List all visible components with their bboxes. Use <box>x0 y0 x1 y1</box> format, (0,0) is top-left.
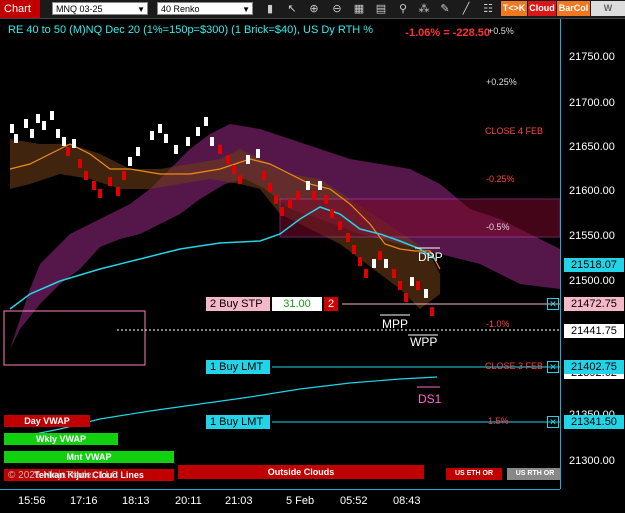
time-tick: 5 Feb <box>286 495 315 507</box>
last-price-tag: 21441.75 <box>564 324 624 338</box>
buy-stop-quantity[interactable]: 2 <box>324 297 338 311</box>
us-rth-or-status: US RTH OR <box>507 468 563 480</box>
dpp-label: DPP <box>418 250 443 264</box>
price-tick: 21750.00 <box>569 51 615 63</box>
pct-label-15: 1.5% <box>488 416 509 426</box>
cloud-toggle-button[interactable]: Cloud <box>528 1 556 16</box>
instrument-selector[interactable]: MNQ 03-25 ▼ <box>52 2 148 15</box>
us-eth-or-status: US ETH OR <box>446 468 502 480</box>
copyright-text: © 2025 NinjaTrader, LLC <box>8 470 119 481</box>
time-tick: 18:13 <box>122 495 150 507</box>
bar-type-value: 40 Renko <box>161 4 200 14</box>
instrument-value: MNQ 03-25 <box>56 4 103 14</box>
pct-label-025: +0.25% <box>486 77 517 87</box>
mpp-label: MPP <box>382 317 409 331</box>
price-tick: 21600.00 <box>569 185 615 197</box>
chart-panel[interactable]: RE 40 to 50 (M)NQ Dec 20 (1%=150p=$300) … <box>0 19 563 489</box>
close-3feb-label: CLOSE 3 FEB <box>485 361 544 371</box>
buy-limit-order-label-2[interactable]: 1 Buy LMT <box>206 415 270 429</box>
day-vwap-status: Day VWAP <box>4 415 90 427</box>
pct-label-m1: -1.0% <box>486 319 510 329</box>
tenkan-kijun-toggle-button[interactable]: T<>K <box>501 1 527 16</box>
wkly-vwap-status: Wkly VWAP <box>4 433 118 445</box>
chevron-down-icon: ▼ <box>137 5 145 14</box>
time-tick: 15:56 <box>18 495 46 507</box>
indicator-icon[interactable]: ⁂ <box>417 2 431 16</box>
time-tick: 05:52 <box>340 495 368 507</box>
mnt-vwap-status: Mnt VWAP <box>4 451 174 463</box>
cancel-limit-order-2-close-icon[interactable]: ✕ <box>547 416 559 428</box>
barcol-toggle-button[interactable]: BarCol <box>557 1 590 16</box>
pct-label-m025: -0.25% <box>486 174 515 184</box>
price-axis[interactable]: 21750.00 21700.00 21650.00 21600.00 2155… <box>560 19 625 489</box>
wpp-label: WPP <box>410 335 438 349</box>
pnl-readout: -1.06% = -228.50 <box>405 27 490 39</box>
close-4feb-label: CLOSE 4 FEB <box>485 126 544 136</box>
chevron-down-icon: ▼ <box>242 5 250 14</box>
time-axis[interactable]: 15:56 17:16 18:13 20:11 21:03 5 Feb 05:5… <box>0 489 560 513</box>
grid-icon[interactable]: ▦ <box>352 2 366 16</box>
price-tick: 21650.00 <box>569 141 615 153</box>
cyan-price-tag: 21518.07 <box>564 258 624 272</box>
lock-icon[interactable]: ▮ <box>263 2 277 16</box>
pointer-icon[interactable]: ↖ <box>285 2 299 16</box>
outside-clouds-status: Outside Clouds <box>178 465 424 479</box>
attach-icon[interactable]: ⚲ <box>396 2 410 16</box>
buy-stop-price-field[interactable]: 31.00 <box>272 297 322 311</box>
buy-stop-order-label[interactable]: 2 Buy STP <box>206 297 270 311</box>
time-tick: 17:16 <box>70 495 98 507</box>
cancel-limit-order-1-close-icon[interactable]: ✕ <box>547 361 559 373</box>
chart-title: RE 40 to 50 (M)NQ Dec 20 (1%=150p=$300) … <box>8 24 374 36</box>
pct-label-top: +0.5% <box>488 26 514 36</box>
time-tick: 08:43 <box>393 495 421 507</box>
limit-price-tag-1: 21402.75 <box>564 360 624 374</box>
cancel-stop-order-close-icon[interactable]: ✕ <box>547 298 559 310</box>
buy-limit-order-label-1[interactable]: 1 Buy LMT <box>206 360 270 374</box>
toolbar: Chart MNQ 03-25 ▼ 40 Renko ▼ ▮ ↖ ⊕ ⊖ ▦ ▤… <box>0 0 625 28</box>
vwap-toggle-button[interactable]: W VWAP <box>591 1 625 28</box>
vwap-line-lower <box>9 376 438 440</box>
time-tick: 20:11 <box>175 495 202 507</box>
bar-type-selector[interactable]: 40 Renko ▼ <box>157 2 253 15</box>
pen-icon[interactable]: ╱ <box>459 2 473 16</box>
price-tick: 21550.00 <box>569 230 615 242</box>
session-range-box <box>279 198 560 238</box>
chart-window-title: Chart <box>0 0 40 18</box>
draw-icon[interactable]: ✎ <box>438 2 452 16</box>
template-icon[interactable]: ▤ <box>374 2 388 16</box>
time-tick: 21:03 <box>225 495 253 507</box>
settings-icon[interactable]: ☷ <box>481 2 495 16</box>
zoom-out-icon[interactable]: ⊖ <box>330 2 344 16</box>
zoom-in-icon[interactable]: ⊕ <box>307 2 321 16</box>
price-tick: 21500.00 <box>569 275 615 287</box>
stop-price-tag: 21472.75 <box>564 297 624 311</box>
pct-label-m05: -0.5% <box>486 222 510 232</box>
price-tick: 21700.00 <box>569 97 615 109</box>
price-tick: 21300.00 <box>569 455 615 467</box>
ds1-label: DS1 <box>418 392 442 406</box>
limit-price-tag-2: 21341.50 <box>564 415 624 429</box>
